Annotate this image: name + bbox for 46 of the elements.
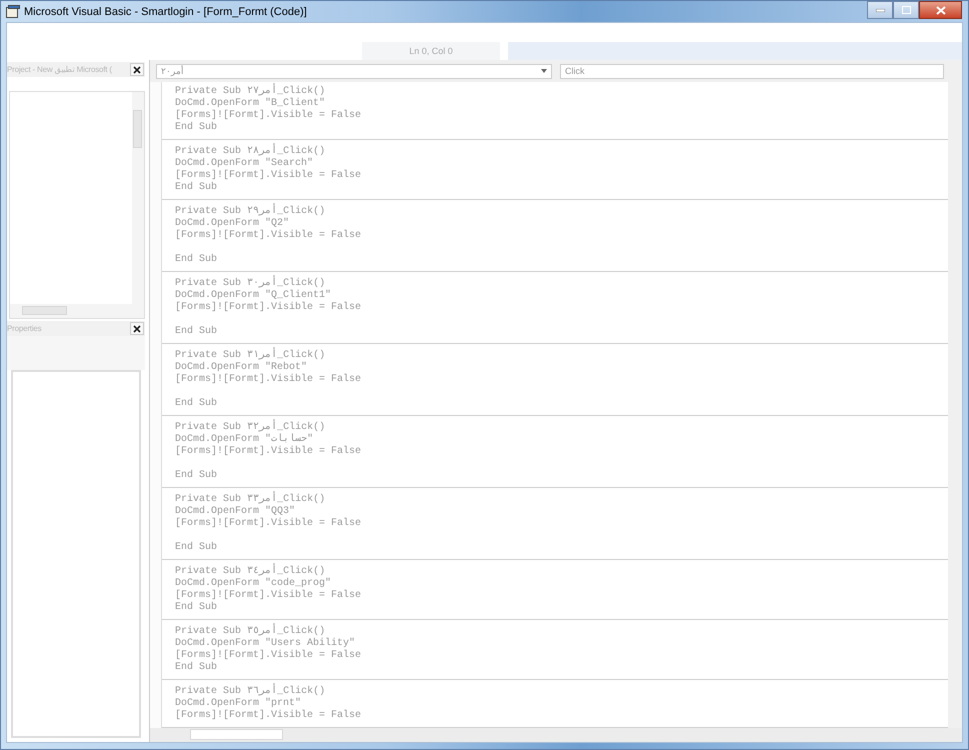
window-title: Microsoft Visual Basic - Smartlogin - [Form_Formt (Code)] [24,6,307,18]
code-line: [Forms]![Formt].Visible = False [175,710,362,722]
object-dropdown[interactable]: أمر٢٠ [156,64,552,78]
code-line: End Sub [175,662,218,674]
code-line: [Forms]![Formt].Visible = False [175,518,362,530]
minimize-icon [876,8,884,12]
code-line: End Sub [175,396,218,410]
code-line: DoCmd.OpenForm "حسابات" [175,434,314,446]
code-line: DoCmd.OpenForm "Q2" [175,218,290,230]
code-line: [Forms]![Formt].Visible = False [175,374,362,386]
code-line: DoCmd.OpenForm "Search" [175,158,314,170]
code-line: DoCmd.OpenForm "Rebot" [175,362,308,374]
properties-list[interactable] [11,370,141,738]
code-line: DoCmd.OpenForm "B_Client" [175,98,326,110]
code-line: DoCmd.OpenForm "code_prog" [175,578,332,590]
code-line: DoCmd.OpenForm "prnt" [175,698,302,710]
procedure-dropdown[interactable]: Click [560,64,944,78]
close-icon [936,6,946,14]
code-line: End Sub [175,252,218,266]
close-icon[interactable] [130,322,144,335]
code-line: End Sub [175,122,218,134]
code-line: [Forms]![Formt].Visible = False [175,302,362,314]
code-line: [Forms]![Formt].Visible = False [175,446,362,458]
minimize-button[interactable] [867,1,893,19]
code-line: End Sub [175,468,218,482]
code-line: End Sub [175,182,218,194]
panel-title: Properties [7,324,42,333]
maximize-icon [902,6,910,14]
close-icon[interactable] [130,63,144,76]
code-line: [Forms]![Formt].Visible = False [175,170,362,182]
code-line: [Forms]![Formt].Visible = False [175,230,362,242]
maximize-button[interactable] [893,1,919,19]
code-line: [Forms]![Formt].Visible = False [175,650,362,662]
caret-icon [541,69,547,73]
code-line: DoCmd.OpenForm "Q_Client1" [175,290,332,302]
code-line: DoCmd.OpenForm "Users Ability" [175,638,356,650]
window-app-icon [6,5,20,18]
code-line: End Sub [175,602,218,614]
panel-title: Project - New تطبيق Microsoft ( [7,65,113,74]
code-line: [Forms]![Formt].Visible = False [175,590,362,602]
code-line: [Forms]![Formt].Visible = False [175,110,362,122]
cursor-position: Ln 0, Col 0 [362,42,500,60]
code-line: End Sub [175,540,218,554]
code-line: End Sub [175,324,218,338]
code-line: DoCmd.OpenForm "QQ3" [175,506,296,518]
close-button[interactable] [919,1,962,19]
